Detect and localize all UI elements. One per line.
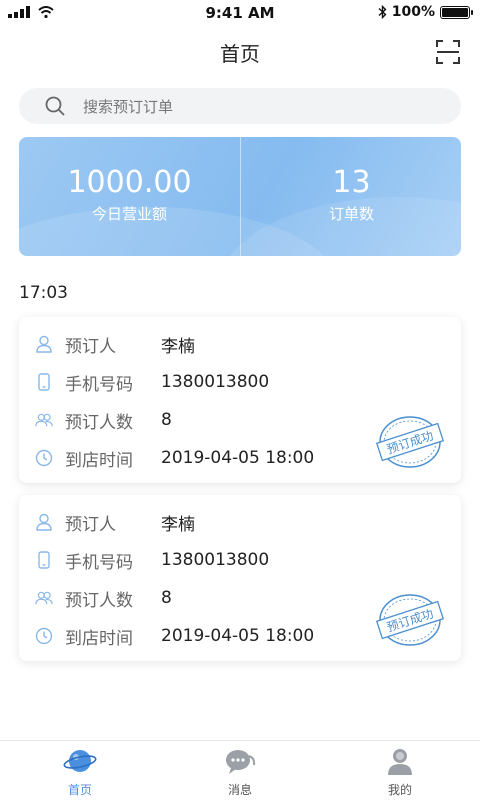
order-label: 预订人 (65, 336, 116, 357)
order-row-name: 预订人 李楠 (35, 331, 195, 357)
search-icon (45, 96, 65, 116)
planet-icon (63, 750, 97, 772)
order-label: 预订人数 (65, 412, 133, 433)
order-card[interactable]: 预订人 李楠 手机号码 1380013800 预订人数 8 到店时间 2019-… (19, 317, 461, 483)
stat-orders-value: 13 (332, 165, 371, 200)
order-label: 手机号码 (65, 374, 133, 395)
person-icon (35, 335, 53, 353)
order-row-name: 预订人 李楠 (35, 509, 195, 535)
stat-orders[interactable]: 13 订单数 (241, 165, 461, 224)
order-value[interactable]: 1380013800 (161, 372, 269, 392)
order-row-arrival: 到店时间 2019-04-05 18:00 (35, 623, 314, 649)
order-label: 到店时间 (65, 628, 133, 649)
order-row-phone: 手机号码 1380013800 (35, 369, 269, 395)
scan-button[interactable] (436, 40, 460, 64)
search-bar[interactable] (19, 88, 461, 126)
order-label: 预订人数 (65, 590, 133, 611)
order-value: 李楠 (161, 336, 195, 357)
header: 首页 (0, 30, 480, 74)
tab-me[interactable]: 我的 (320, 747, 480, 798)
order-value: 8 (161, 410, 172, 430)
chat-bubble-icon (226, 750, 256, 774)
battery-fill (442, 7, 468, 17)
clock-icon (35, 627, 53, 645)
stat-revenue-value: 1000.00 (67, 165, 192, 200)
order-row-arrival: 到店时间 2019-04-05 18:00 (35, 445, 314, 471)
order-label: 预订人 (65, 514, 116, 535)
order-value: 2019-04-05 18:00 (161, 626, 315, 646)
section-time: 17:03 (19, 283, 68, 303)
group-icon (35, 589, 53, 607)
order-row-party-size: 预订人数 8 (35, 407, 172, 433)
order-value: 2019-04-05 18:00 (161, 448, 315, 468)
booking-success-stamp: 预订成功 (375, 594, 445, 646)
phone-icon (35, 551, 53, 569)
bluetooth-icon (378, 5, 387, 19)
stat-revenue[interactable]: 1000.00 今日营业额 (19, 165, 240, 224)
order-value: 李楠 (161, 514, 195, 535)
person-icon (35, 513, 53, 531)
tab-home[interactable]: 首页 (0, 747, 160, 798)
booking-success-stamp: 预订成功 (375, 416, 445, 468)
tab-label: 首页 (67, 783, 92, 797)
order-label: 到店时间 (65, 450, 133, 471)
battery-icon (440, 5, 473, 19)
order-value[interactable]: 1380013800 (161, 550, 269, 570)
order-label: 手机号码 (65, 552, 133, 573)
search-input[interactable] (81, 88, 445, 126)
tab-label: 消息 (227, 783, 252, 797)
tab-messages[interactable]: 消息 (160, 747, 320, 798)
user-icon (388, 749, 412, 775)
tab-label: 我的 (387, 783, 412, 797)
clock-icon (35, 449, 53, 467)
page-title: 首页 (220, 42, 260, 66)
order-card[interactable]: 预订人 李楠 手机号码 1380013800 预订人数 8 到店时间 2019-… (19, 495, 461, 661)
stat-orders-label: 订单数 (328, 205, 374, 223)
order-row-party-size: 预订人数 8 (35, 585, 172, 611)
scan-icon (436, 40, 460, 64)
stats-card: 1000.00 今日营业额 13 订单数 (19, 137, 461, 256)
status-right: 100% (378, 4, 473, 20)
status-bar: 9:41 AM 100% (0, 0, 480, 26)
tab-bar: 首页 消息 我的 (0, 740, 480, 801)
battery-percent: 100% (391, 4, 435, 20)
stat-revenue-label: 今日营业额 (91, 205, 167, 223)
phone-icon (35, 373, 53, 391)
order-row-phone: 手机号码 1380013800 (35, 547, 269, 573)
group-icon (35, 411, 53, 429)
order-value: 8 (161, 588, 172, 608)
